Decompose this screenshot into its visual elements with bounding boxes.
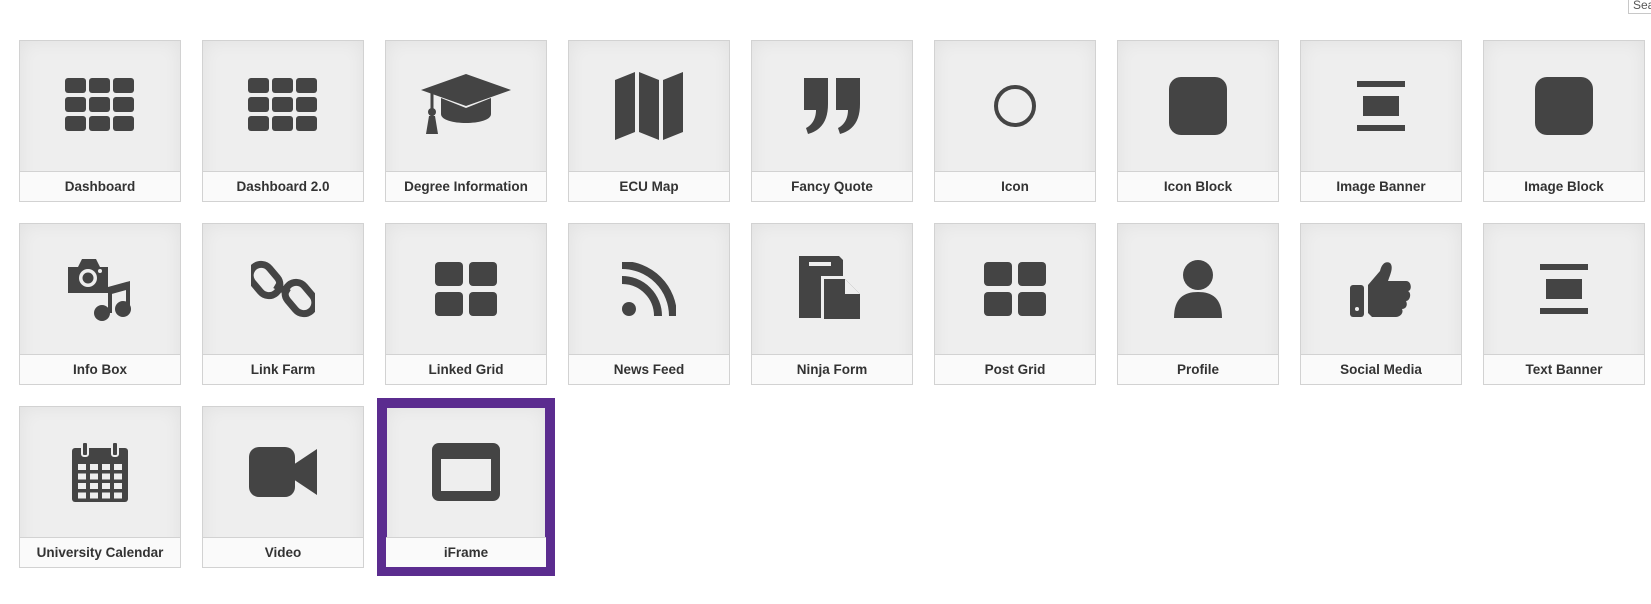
tile-label: Fancy Quote xyxy=(752,171,912,201)
tile-label: Degree Information xyxy=(386,171,546,201)
tile-icon-block[interactable]: Icon Block xyxy=(1117,40,1279,202)
thumbs-up-icon xyxy=(1301,224,1461,354)
window-icon xyxy=(386,407,546,537)
four-squares-icon xyxy=(935,224,1095,354)
grid-icon xyxy=(203,41,363,171)
tile-news-feed[interactable]: News Feed xyxy=(568,223,730,385)
tile-post-grid[interactable]: Post Grid xyxy=(934,223,1096,385)
map-icon xyxy=(569,41,729,171)
tile-label: Info Box xyxy=(20,354,180,384)
documents-icon xyxy=(752,224,912,354)
tile-linked-grid[interactable]: Linked Grid xyxy=(385,223,547,385)
tile-label: ECU Map xyxy=(569,171,729,201)
tile-university-calendar[interactable]: University Calendar xyxy=(19,406,181,568)
tile-ecu-map[interactable]: ECU Map xyxy=(568,40,730,202)
tile-text-banner[interactable]: Text Banner xyxy=(1483,223,1645,385)
tile-dashboard[interactable]: Dashboard xyxy=(19,40,181,202)
tile-label: Ninja Form xyxy=(752,354,912,384)
tile-label: Video xyxy=(203,537,363,567)
tile-label: Profile xyxy=(1118,354,1278,384)
tile-link-farm[interactable]: Link Farm xyxy=(202,223,364,385)
grid-icon xyxy=(20,41,180,171)
tile-label: Icon xyxy=(935,171,1095,201)
circle-outline-icon xyxy=(935,41,1095,171)
search-input[interactable]: Sea xyxy=(1628,0,1651,14)
tile-label: Image Block xyxy=(1484,171,1644,201)
tile-image-block[interactable]: Image Block xyxy=(1483,40,1645,202)
camera-music-icon xyxy=(20,224,180,354)
tile-image-banner[interactable]: Image Banner xyxy=(1300,40,1462,202)
rounded-square-icon xyxy=(1484,41,1644,171)
tile-iframe[interactable]: iFrame xyxy=(377,398,555,576)
tile-label: Text Banner xyxy=(1484,354,1644,384)
tile-fancy-quote[interactable]: Fancy Quote xyxy=(751,40,913,202)
tile-degree-information[interactable]: Degree Information xyxy=(385,40,547,202)
user-icon xyxy=(1118,224,1278,354)
tile-label: Dashboard xyxy=(20,171,180,201)
rss-icon xyxy=(569,224,729,354)
tile-label: Link Farm xyxy=(203,354,363,384)
tile-label: University Calendar xyxy=(20,537,180,567)
video-camera-icon xyxy=(203,407,363,537)
rounded-square-icon xyxy=(1118,41,1278,171)
tile-social-media[interactable]: Social Media xyxy=(1300,223,1462,385)
tile-info-box[interactable]: Info Box xyxy=(19,223,181,385)
tile-dashboard-2[interactable]: Dashboard 2.0 xyxy=(202,40,364,202)
tile-label: iFrame xyxy=(386,537,546,567)
tile-label: News Feed xyxy=(569,354,729,384)
tile-label: Social Media xyxy=(1301,354,1461,384)
tile-video[interactable]: Video xyxy=(202,406,364,568)
chain-link-icon xyxy=(203,224,363,354)
tile-label: Image Banner xyxy=(1301,171,1461,201)
four-squares-icon xyxy=(386,224,546,354)
tile-icon[interactable]: Icon xyxy=(934,40,1096,202)
tile-profile[interactable]: Profile xyxy=(1117,223,1279,385)
banner-icon xyxy=(1484,224,1644,354)
quote-icon xyxy=(752,41,912,171)
tile-label: Linked Grid xyxy=(386,354,546,384)
tile-label: Dashboard 2.0 xyxy=(203,171,363,201)
tile-ninja-form[interactable]: Ninja Form xyxy=(751,223,913,385)
graduation-cap-icon xyxy=(386,41,546,171)
module-grid: Dashboard Dashboard 2.0 Degree Informati… xyxy=(19,40,1645,576)
tile-label: Post Grid xyxy=(935,354,1095,384)
tile-label: Icon Block xyxy=(1118,171,1278,201)
banner-icon xyxy=(1301,41,1461,171)
calendar-icon xyxy=(20,407,180,537)
